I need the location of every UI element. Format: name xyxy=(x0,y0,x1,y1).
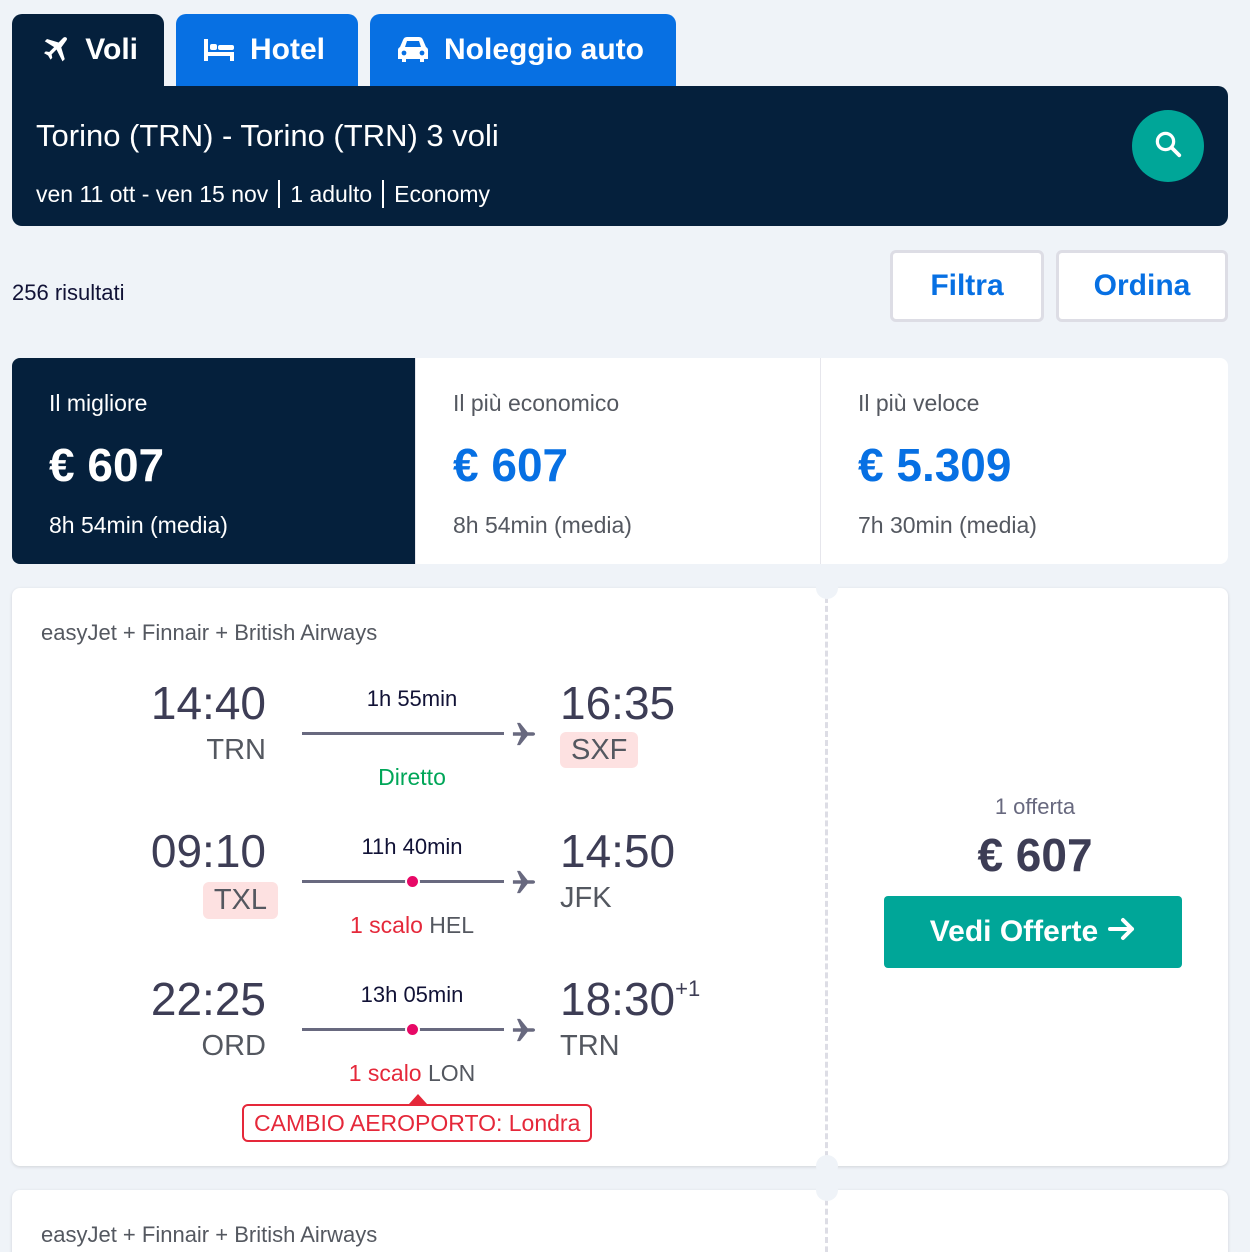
stops-count: 1 scalo xyxy=(349,912,423,938)
sort-summary-tabs: Il migliore € 607 8h 54min (media) Il pi… xyxy=(12,358,1228,564)
tab-hotel-label: Hotel xyxy=(250,33,325,66)
search-meta: ven 11 ott - ven 15 nov 1 adulto Economy xyxy=(36,180,490,208)
summary-duration: 8h 54min (media) xyxy=(453,512,632,538)
view-deals-button[interactable]: Vedi Offerte xyxy=(884,896,1182,968)
direct-label: Diretto xyxy=(378,764,446,790)
tab-hotel[interactable]: Hotel xyxy=(176,14,358,86)
search-icon xyxy=(1153,129,1183,164)
arrival-time: 16:35 xyxy=(560,677,676,729)
summary-price: € 607 xyxy=(453,439,569,491)
flight-leg: 09:10 TXL 11h 40min 1 scalo HEL 14:50 JF… xyxy=(12,824,792,944)
summary-price: € 5.309 xyxy=(858,439,1012,491)
search-button[interactable] xyxy=(1132,110,1204,182)
tab-car-hire-label: Noleggio auto xyxy=(444,33,644,66)
stop-dot xyxy=(405,1022,420,1037)
airlines: easyJet + Finnair + British Airways xyxy=(41,620,378,645)
day-offset: +1 xyxy=(675,976,701,1001)
ticket-notch xyxy=(816,1155,838,1177)
plane-icon xyxy=(38,33,71,67)
sort-button[interactable]: Ordina xyxy=(1056,250,1228,322)
stops-count: 1 scalo xyxy=(348,1060,422,1086)
summary-label: Il migliore xyxy=(49,390,148,416)
tab-car-hire[interactable]: Noleggio auto xyxy=(370,14,676,86)
summary-duration: 8h 54min (media) xyxy=(49,512,228,538)
offer-count: 1 offerta xyxy=(994,794,1076,819)
view-deals-label: Vedi Offerte xyxy=(929,915,1099,948)
separator xyxy=(278,180,281,208)
travellers: 1 adulto xyxy=(290,180,373,207)
results-count: 256 risultati xyxy=(12,280,125,305)
stop-airport: HEL xyxy=(429,912,474,938)
summary-best[interactable]: Il migliore € 607 8h 54min (media) xyxy=(12,358,416,564)
travel-dates: ven 11 ott - ven 15 nov xyxy=(36,180,269,207)
vertical-tabs: Voli Hotel Noleggio auto xyxy=(12,14,676,86)
flight-leg: 14:40 TRN 1h 55min Diretto 16:35 SXF xyxy=(12,676,792,796)
stop-airport: LON xyxy=(427,1060,476,1086)
arrival-airport: TRN xyxy=(560,1030,620,1062)
plane-icon xyxy=(510,720,538,748)
summary-cheapest[interactable]: Il più economico € 607 8h 54min (media) xyxy=(416,358,821,564)
departure-airport: TRN xyxy=(206,734,266,766)
arrival-time-value: 18:30 xyxy=(560,973,676,1025)
offer-price: € 607 xyxy=(977,829,1093,881)
tab-flights-label: Voli xyxy=(85,33,138,66)
search-summary-header[interactable]: Torino (TRN) - Torino (TRN) 3 voli ven 1… xyxy=(12,86,1228,226)
route-title: Torino (TRN) - Torino (TRN) 3 voli xyxy=(36,118,499,153)
leg-duration: 13h 05min xyxy=(360,982,464,1007)
filter-button[interactable]: Filtra xyxy=(890,250,1044,322)
stops-info: 1 scalo HEL xyxy=(302,912,522,939)
stops-info: 1 scalo LON xyxy=(302,1060,522,1087)
ticket-divider xyxy=(825,588,828,1166)
departure-airport: TXL xyxy=(202,882,278,919)
departure-time: 09:10 xyxy=(150,825,266,877)
warning-pointer xyxy=(409,1094,427,1104)
flight-leg: 22:25 ORD 13h 05min 1 scalo LON 18:30+1 … xyxy=(12,972,792,1092)
summary-label: Il più veloce xyxy=(858,390,980,416)
flight-result-card[interactable]: easyJet + Finnair + British Airways 14:4… xyxy=(12,577,1228,1177)
stop-dot xyxy=(405,874,420,889)
arrival-time: 18:30+1 xyxy=(560,972,700,1026)
route-line xyxy=(302,732,504,735)
summary-price: € 607 xyxy=(49,439,165,491)
summary-duration: 7h 30min (media) xyxy=(858,512,1037,538)
departure-time: 14:40 xyxy=(150,677,266,729)
summary-label: Il più economico xyxy=(453,390,620,416)
arrival-airport: SXF xyxy=(560,732,639,768)
airport-highlight: SXF xyxy=(560,732,639,768)
airport-change-warning: CAMBIO AEROPORTO: Londra xyxy=(242,1104,593,1142)
car-icon xyxy=(396,33,430,67)
route-line xyxy=(302,880,504,883)
tab-flights[interactable]: Voli xyxy=(12,14,164,86)
cabin-class: Economy xyxy=(394,180,491,207)
arrival-time: 14:50 xyxy=(560,825,676,877)
separator xyxy=(382,180,385,208)
ticket-notch xyxy=(816,577,838,599)
route-line xyxy=(302,1028,504,1031)
arrival-airport: JFK xyxy=(560,882,612,914)
summary-fastest[interactable]: Il più veloce € 5.309 7h 30min (media) xyxy=(821,358,1227,564)
flight-result-card[interactable]: easyJet + Finnair + British Airways xyxy=(12,1179,1228,1252)
plane-icon xyxy=(510,1016,538,1044)
leg-duration: 11h 40min xyxy=(361,834,463,859)
arrow-right-icon xyxy=(1098,915,1136,949)
ticket-notch xyxy=(816,1179,838,1201)
departure-time: 22:25 xyxy=(150,973,266,1025)
airlines: easyJet + Finnair + British Airways xyxy=(41,1222,378,1247)
leg-duration: 1h 55min xyxy=(366,686,458,711)
plane-icon xyxy=(510,868,538,896)
stops-info: Diretto xyxy=(302,764,522,791)
bed-icon xyxy=(202,33,236,67)
departure-airport: ORD xyxy=(201,1030,266,1062)
